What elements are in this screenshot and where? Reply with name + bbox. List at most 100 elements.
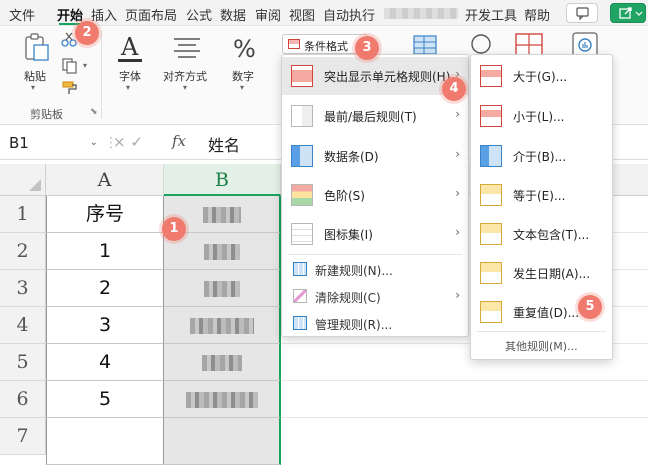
submenu-item-greater-than[interactable]: 大于(G)... <box>471 57 612 95</box>
menu-item-data-bars[interactable]: 数据条(D) › <box>282 137 468 175</box>
formula-content[interactable]: 姓名 <box>208 132 240 156</box>
svg-text:%: % <box>233 35 256 63</box>
menu-item-label: 突出显示单元格规则(H) <box>324 70 451 84</box>
cell-a6[interactable]: 5 <box>46 381 164 418</box>
row-header[interactable]: 6 <box>0 381 46 418</box>
number-label[interactable]: 数字 <box>232 68 254 84</box>
chevron-down-icon[interactable]: ▾ <box>183 83 187 92</box>
menu-item-label: 图标集(I) <box>324 228 373 242</box>
redacted-name <box>202 206 241 223</box>
cell-a2[interactable]: 1 <box>46 233 164 270</box>
tab-automate[interactable]: 自动执行 <box>323 5 375 24</box>
data-bars-icon <box>291 145 313 167</box>
menu-item-highlight-rules[interactable]: 突出显示单元格规则(H) › <box>282 57 468 95</box>
font-icon[interactable]: A <box>115 33 145 63</box>
table-format-icon[interactable] <box>412 34 438 56</box>
menu-item-icon-sets[interactable]: 图标集(I) › <box>282 215 468 253</box>
cell-b2[interactable] <box>164 233 281 270</box>
redacted-tab[interactable] <box>384 8 458 19</box>
menu-item-color-scales[interactable]: 色阶(S) › <box>282 176 468 214</box>
menu-item-label: 清除规则(C) <box>315 291 381 305</box>
redacted-name <box>203 243 240 260</box>
row-header[interactable]: 2 <box>0 233 46 270</box>
menu-item-label: 色阶(S) <box>324 189 365 203</box>
tab-page-layout[interactable]: 页面布局 <box>125 5 177 24</box>
tab-data[interactable]: 数据 <box>220 5 246 24</box>
redacted-name <box>185 391 258 408</box>
percent-icon[interactable]: % <box>231 33 259 63</box>
cell-a5[interactable]: 4 <box>46 344 164 381</box>
cell-b4[interactable] <box>164 307 281 344</box>
row-header[interactable]: 7 <box>0 418 46 455</box>
cell-style-icon[interactable] <box>469 32 493 56</box>
cell-a4[interactable]: 3 <box>46 307 164 344</box>
cell-b7[interactable] <box>164 418 281 465</box>
alignment-icon[interactable] <box>171 36 203 60</box>
menu-item-manage-rules[interactable]: 管理规则(R)... <box>282 309 468 337</box>
chevron-down-icon[interactable]: ▾ <box>83 61 87 70</box>
submenu-item-date-occurring[interactable]: 发生日期(A)... <box>471 254 612 292</box>
insert-function-button[interactable]: fx <box>172 132 186 150</box>
tab-review[interactable]: 审阅 <box>255 5 281 24</box>
submenu-item-between[interactable]: 介于(B)... <box>471 137 612 175</box>
new-rule-icon <box>293 262 307 276</box>
row-header[interactable]: 1 <box>0 196 46 233</box>
eraser-icon <box>293 289 307 303</box>
cell-a3[interactable]: 2 <box>46 270 164 307</box>
submenu-item-label: 介于(B)... <box>513 150 567 164</box>
row-header[interactable]: 4 <box>0 307 46 344</box>
dialog-launcher-icon[interactable]: ⬊ <box>90 107 98 117</box>
chevron-right-icon: › <box>455 186 460 200</box>
cell-b6[interactable] <box>164 381 281 418</box>
step-badge: 1 <box>162 217 186 241</box>
tab-formulas[interactable]: 公式 <box>186 5 212 24</box>
highlight-rules-icon <box>291 65 313 87</box>
menu-item-clear-rules[interactable]: 清除规则(C) › <box>282 282 468 310</box>
chevron-down-icon[interactable]: ▾ <box>31 83 35 92</box>
submenu-item-label: 其他规则(M)... <box>505 340 578 353</box>
select-all-corner[interactable] <box>0 164 46 196</box>
tab-file[interactable]: 文件 <box>9 5 35 24</box>
cell-a7[interactable] <box>46 418 164 465</box>
cell-b3[interactable] <box>164 270 281 307</box>
row-header[interactable]: 3 <box>0 270 46 307</box>
alignment-label[interactable]: 对齐方式 <box>163 68 207 84</box>
submenu-item-text-contains[interactable]: 文本包含(T)... <box>471 215 612 253</box>
chevron-down-icon[interactable]: ▾ <box>240 83 244 92</box>
column-header-a[interactable]: A <box>46 164 164 196</box>
cell-b5[interactable] <box>164 344 281 381</box>
submenu-item-more-rules[interactable]: 其他规则(M)... <box>471 334 612 358</box>
menu-separator <box>477 331 606 332</box>
tab-developer[interactable]: 开发工具 <box>465 5 517 24</box>
tab-view[interactable]: 视图 <box>289 5 315 24</box>
text-contains-icon <box>480 223 502 245</box>
tab-insert[interactable]: 插入 <box>91 5 117 24</box>
cell-empty[interactable] <box>281 381 648 418</box>
format-painter-icon[interactable] <box>61 80 79 96</box>
column-header-b[interactable]: B <box>164 164 281 196</box>
cell-a1[interactable]: 序号 <box>46 196 164 233</box>
cancel-confirm-buttons[interactable]: × ✓ <box>113 133 143 151</box>
copy-icon[interactable] <box>61 58 79 74</box>
menu-item-top-bottom-rules[interactable]: 最前/最后规则(T) › <box>282 97 468 135</box>
conditional-format-menu: 突出显示单元格规则(H) › 最前/最后规则(T) › 数据条(D) › 色阶(… <box>281 54 469 337</box>
chevron-down-icon[interactable]: ▾ <box>126 83 130 92</box>
submenu-item-label: 文本包含(T)... <box>513 228 590 242</box>
submenu-item-less-than[interactable]: 小于(L)... <box>471 97 612 135</box>
name-box[interactable]: B1 ⌄ <box>4 133 98 155</box>
less-than-icon <box>480 105 502 127</box>
paste-label[interactable]: 粘贴 <box>24 68 46 84</box>
comment-button[interactable] <box>566 3 598 23</box>
submenu-item-equal-to[interactable]: 等于(E)... <box>471 176 612 214</box>
tab-home[interactable]: 开始 <box>57 5 83 24</box>
chevron-down-icon[interactable]: ⌄ <box>90 137 98 148</box>
share-button[interactable] <box>610 3 646 23</box>
menu-item-new-rule[interactable]: 新建规则(N)... <box>282 255 468 283</box>
select-all-triangle-icon <box>29 179 41 191</box>
chevron-right-icon: › <box>455 147 460 161</box>
row-header[interactable]: 5 <box>0 344 46 381</box>
font-label[interactable]: 字体 <box>119 68 141 84</box>
tab-help[interactable]: 帮助 <box>524 5 550 24</box>
step-badge: 4 <box>442 77 466 101</box>
clipboard-group-label: 剪贴板 <box>30 108 63 121</box>
